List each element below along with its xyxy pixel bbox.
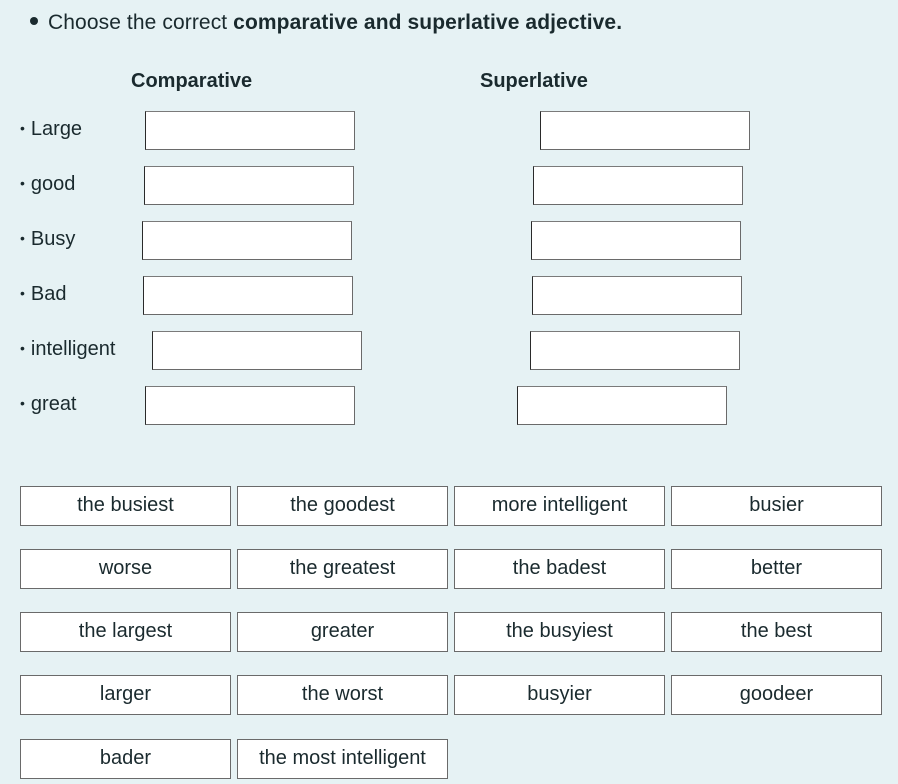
bullet-icon: • xyxy=(20,230,25,246)
superlative-drop-large[interactable] xyxy=(540,111,750,150)
superlative-drop-good[interactable] xyxy=(533,166,743,205)
word-chip[interactable]: the busiest xyxy=(20,486,231,526)
word-chip[interactable]: bader xyxy=(20,739,231,779)
comparative-drop-great[interactable] xyxy=(145,386,355,425)
word-chip[interactable]: the largest xyxy=(20,612,231,652)
adjective-label-large: • Large xyxy=(20,118,83,140)
word-chip[interactable]: more intelligent xyxy=(454,486,665,526)
word-chip[interactable]: larger xyxy=(20,675,231,715)
word-chip[interactable]: the badest xyxy=(454,549,665,589)
superlative-drop-busy[interactable] xyxy=(531,221,741,260)
bullet-icon xyxy=(30,17,38,26)
word-chip[interactable]: worse xyxy=(20,549,231,589)
bullet-icon: • xyxy=(20,285,25,301)
comparative-drop-bad[interactable] xyxy=(143,276,353,315)
comparative-drop-good[interactable] xyxy=(144,166,354,205)
word-chip[interactable]: busyier xyxy=(454,675,665,715)
adjective-label-busy: • Busy xyxy=(20,228,76,250)
word-chip[interactable]: the most intelligent xyxy=(237,739,448,779)
instruction-text: Choose the correct xyxy=(48,11,234,34)
instruction: Choose the correct comparative and super… xyxy=(30,11,622,35)
adjective-label-intelligent: • intelligent xyxy=(20,338,116,360)
word-chip[interactable]: greater xyxy=(237,612,448,652)
adjective-label-bad: • Bad xyxy=(20,283,67,305)
bullet-icon: • xyxy=(20,175,25,191)
word-chip[interactable]: busier xyxy=(671,486,882,526)
comparative-drop-large[interactable] xyxy=(145,111,355,150)
adjective-label-good: • good xyxy=(20,173,76,195)
word-chip[interactable]: the worst xyxy=(237,675,448,715)
comparative-header: Comparative xyxy=(131,70,253,92)
bullet-icon: • xyxy=(20,120,25,136)
superlative-drop-bad[interactable] xyxy=(532,276,742,315)
word-chip[interactable]: the busyiest xyxy=(454,612,665,652)
comparative-drop-intelligent[interactable] xyxy=(152,331,362,370)
bullet-icon: • xyxy=(20,340,25,356)
word-chip[interactable]: better xyxy=(671,549,882,589)
adjective-label-great: • great xyxy=(20,393,77,415)
superlative-drop-great[interactable] xyxy=(517,386,727,425)
instruction-bold: comparative and superlative adjective. xyxy=(233,11,623,34)
word-chip[interactable]: goodeer xyxy=(671,675,882,715)
superlative-drop-intelligent[interactable] xyxy=(530,331,740,370)
word-chip[interactable]: the best xyxy=(671,612,882,652)
comparative-drop-busy[interactable] xyxy=(142,221,352,260)
word-chip[interactable]: the greatest xyxy=(237,549,448,589)
word-chip[interactable]: the goodest xyxy=(237,486,448,526)
bullet-icon: • xyxy=(20,395,25,411)
superlative-header: Superlative xyxy=(480,70,588,92)
